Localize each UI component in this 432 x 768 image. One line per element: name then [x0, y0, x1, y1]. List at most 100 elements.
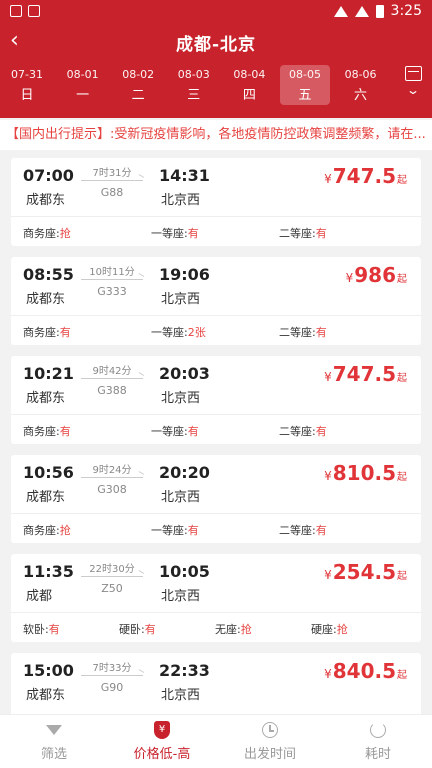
- date-label: 08-04: [233, 67, 266, 81]
- duration: 7时31分: [92, 168, 132, 179]
- battery-icon: [375, 4, 384, 18]
- currency-symbol: ¥: [324, 568, 332, 582]
- seat-class: 二等座:有: [279, 423, 327, 439]
- price: ¥747.5起: [324, 164, 407, 188]
- calendar-icon: [404, 66, 422, 81]
- route-arrow-icon: [81, 279, 143, 280]
- departure-station: 成都东: [26, 292, 66, 307]
- seat-availability: 商务座:抢 一等座: 有 二等座:有: [23, 522, 413, 538]
- arrival-station: 北京西: [161, 589, 201, 604]
- seat-status: 2张: [187, 326, 206, 339]
- date-label: 07-31: [11, 67, 43, 81]
- currency-symbol: ¥: [345, 271, 354, 285]
- seat-class: 二等座:有: [279, 324, 327, 340]
- train-card[interactable]: 11:35 成都 22时30分 Z50 10:05 北京西 ¥254.5起 软卧…: [11, 554, 421, 642]
- divider: [11, 513, 421, 514]
- seat-name: 商务座:: [23, 425, 60, 438]
- date-item[interactable]: 08-04 四: [224, 65, 274, 105]
- seat-status: 抢: [336, 623, 348, 636]
- tab-price-sort[interactable]: ¥ 价格低-高: [108, 715, 216, 768]
- price-suffix: 起: [397, 571, 407, 582]
- date-item-selected[interactable]: 08-05 五: [279, 65, 330, 105]
- date-item[interactable]: 08-01 一: [58, 65, 108, 105]
- wifi-icon: [333, 5, 348, 17]
- duration: 9时42分: [92, 366, 132, 377]
- seat-name: 硬座:: [311, 623, 337, 636]
- date-item[interactable]: 08-06 六: [336, 65, 386, 105]
- price: ¥840.5起: [324, 659, 407, 683]
- chevron-down-icon: ⌄: [405, 83, 421, 97]
- seat-class: 商务座:有: [23, 423, 151, 439]
- status-time: 3:25: [390, 3, 422, 19]
- price-suffix: 起: [397, 670, 407, 681]
- duration: 7时33分: [92, 663, 132, 674]
- seat-class: 一等座:有: [151, 225, 279, 241]
- train-number: G90: [100, 681, 124, 694]
- arrival-station: 北京西: [161, 292, 201, 307]
- seat-class: 商务座:抢: [23, 522, 151, 538]
- tab-label: 价格低-高: [133, 747, 191, 762]
- back-chevron-icon[interactable]: ‹: [10, 30, 19, 52]
- weekday-label: 一: [76, 87, 90, 103]
- tab-departure-time[interactable]: 出发时间: [216, 715, 324, 768]
- seat-name: 一等座:: [151, 326, 188, 339]
- divider: [11, 315, 421, 316]
- divider: [11, 414, 421, 415]
- train-card[interactable]: 10:56 成都东 9时24分 G308 20:20 北京西 ¥810.5起 商…: [11, 455, 421, 543]
- arrival-station: 北京西: [161, 688, 201, 703]
- seat-status: 有: [315, 524, 327, 537]
- weekday-label: 六: [354, 87, 368, 103]
- duration: 10时11分: [89, 267, 135, 278]
- currency-symbol: ¥: [324, 370, 332, 384]
- train-card[interactable]: 10:21 成都东 9时42分 G388 20:03 北京西 ¥747.5起 商…: [11, 356, 421, 444]
- timer-icon: [370, 722, 386, 738]
- seat-class: 软卧:有: [23, 621, 119, 637]
- price-value: 840.5: [332, 659, 396, 683]
- date-label: 08-05: [288, 67, 321, 81]
- tab-label: 耗时: [364, 747, 391, 762]
- seat-status: 抢: [59, 227, 71, 240]
- tab-filter[interactable]: 筛选: [0, 715, 108, 768]
- departure-time: 08:55: [23, 265, 74, 284]
- train-card[interactable]: 08:55 成都东 10时11分 G333 19:06 北京西 ¥986起 商务…: [11, 257, 421, 345]
- seat-class: 硬座:抢: [311, 621, 407, 637]
- price-suffix: 起: [397, 373, 407, 384]
- duration: 9时24分: [92, 465, 132, 476]
- seat-status: 有: [187, 227, 199, 240]
- weekday-label: 四: [242, 87, 256, 103]
- seat-name: 二等座:: [279, 227, 316, 240]
- date-item[interactable]: 07-31 日: [2, 65, 52, 105]
- weekday-label: 五: [298, 87, 312, 103]
- seat-name: 软卧:: [23, 623, 49, 636]
- departure-time: 11:35: [23, 562, 74, 581]
- notice-banner[interactable]: 【国内出行提示】:受新冠疫情影响，各地疫情防控政策调整频繁，请在...: [0, 120, 432, 150]
- arrival-time: 10:05: [159, 562, 210, 581]
- seat-class: 一等座:有: [151, 423, 279, 439]
- calendar-button[interactable]: ⌄: [402, 66, 424, 97]
- seat-name: 一等座:: [151, 524, 188, 537]
- seat-name: 商务座:: [23, 524, 60, 537]
- departure-time: 10:21: [23, 364, 74, 383]
- weekday-label: 三: [187, 87, 201, 103]
- seat-availability: 软卧:有 硬卧:有 无座:抢 硬座:抢: [23, 621, 413, 637]
- seat-class: 二等座:有: [279, 522, 327, 538]
- arrival-station: 北京西: [161, 490, 201, 505]
- train-list: 07:00 成都东 7时31分 G88 14:31 北京西 ¥747.5起 商务…: [0, 150, 432, 741]
- tab-label: 出发时间: [243, 747, 296, 762]
- train-card[interactable]: 07:00 成都东 7时31分 G88 14:31 北京西 ¥747.5起 商务…: [11, 158, 421, 246]
- route-arrow-icon: [81, 675, 143, 676]
- date-selector: 07-31 日 08-01 一 08-02 二 08-03 三 08-04 四 …: [0, 62, 432, 108]
- price-sort-icon: ¥: [154, 721, 170, 739]
- tab-duration[interactable]: 耗时: [324, 715, 432, 768]
- seat-name: 二等座:: [279, 326, 316, 339]
- seat-status: 有: [315, 425, 327, 438]
- price: ¥254.5起: [324, 560, 407, 584]
- notification-icon: [10, 5, 22, 17]
- date-item[interactable]: 08-02 二: [113, 65, 163, 105]
- train-number: Z50: [101, 582, 123, 595]
- route-arrow-icon: [81, 180, 143, 181]
- arrival-station: 北京西: [161, 193, 201, 208]
- seat-availability: 商务座:有 一等座:2张 二等座:有: [23, 324, 413, 340]
- seat-class: 二等座:有: [279, 225, 327, 241]
- date-item[interactable]: 08-03 三: [169, 65, 219, 105]
